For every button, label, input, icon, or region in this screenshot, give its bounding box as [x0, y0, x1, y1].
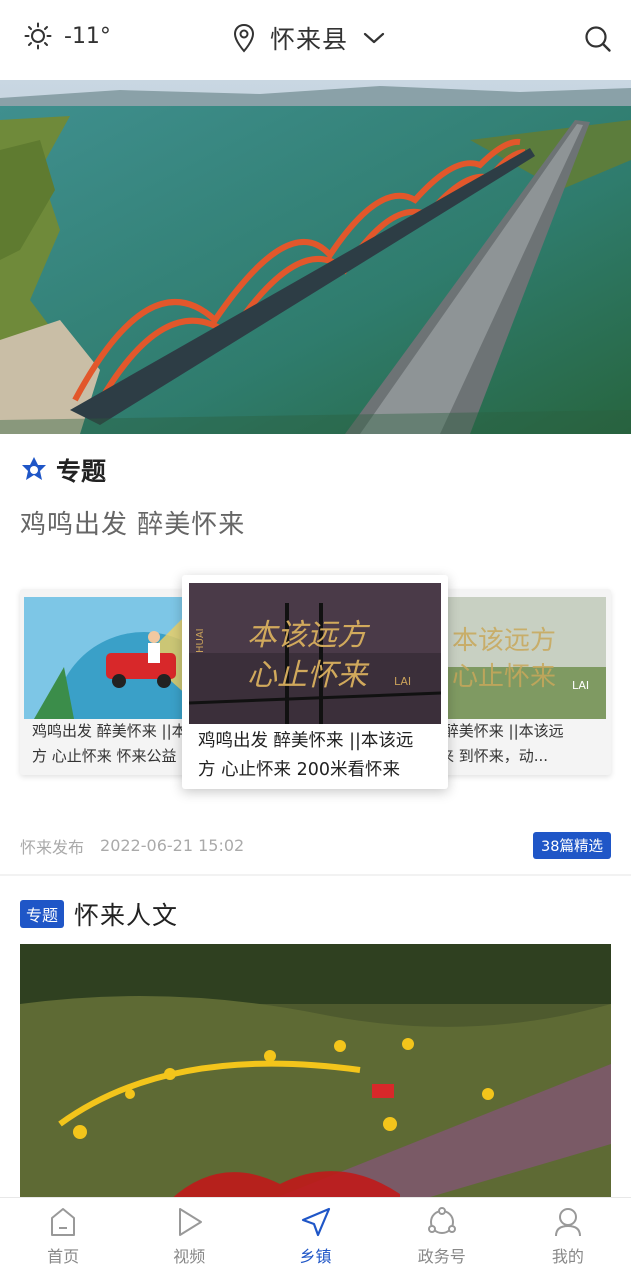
svg-text:本该远方: 本该远方: [452, 626, 556, 656]
svg-text:心止怀来: 心止怀来: [452, 662, 556, 692]
user-icon: [554, 1208, 581, 1237]
section-divider: [0, 874, 631, 876]
performance-photo: [20, 944, 611, 1200]
count-badge[interactable]: 38篇精选: [533, 832, 611, 859]
sun-icon: [24, 22, 52, 50]
chevron-down-icon: [363, 32, 385, 44]
top-bar: -11° 怀来县: [0, 0, 631, 80]
nav-label: 乡镇: [299, 1247, 332, 1266]
topic-subtitle[interactable]: 鸡鸣出发 醉美怀来: [20, 504, 611, 541]
nav-label: 我的: [551, 1247, 584, 1266]
svg-text:HUAI: HUAI: [195, 628, 206, 653]
culture-header[interactable]: 专题 怀来人文: [20, 896, 178, 932]
play-icon: [179, 1208, 203, 1236]
location-selector[interactable]: 怀来县: [232, 20, 386, 56]
card-thumbnail: HUAI 本该远方 心止怀来 LAI: [189, 583, 441, 724]
nav-mine[interactable]: 我的: [505, 1198, 631, 1280]
culture-title: 怀来人文: [74, 901, 179, 930]
temperature: -11°: [64, 23, 111, 49]
publish-time: 2022-06-21 15:02: [100, 836, 245, 855]
hero-banner[interactable]: [0, 80, 631, 434]
topic-label: 专题: [56, 457, 107, 486]
topic-meta: 怀来发布 2022-06-21 15:02 38篇精选: [20, 832, 611, 859]
map-pin-icon: [233, 23, 255, 53]
topic-header: 专题: [20, 452, 611, 488]
share-network-icon: [427, 1207, 456, 1234]
nav-label: 视频: [173, 1247, 206, 1266]
topic-section: 专题 鸡鸣出发 醉美怀来: [20, 452, 611, 541]
nav-gov[interactable]: 政务号: [379, 1198, 505, 1280]
search-button[interactable]: [584, 25, 612, 57]
home-icon: [51, 1208, 76, 1236]
svg-text:LAI: LAI: [572, 679, 589, 692]
card-caption: 鸡鸣出发 醉美怀来 ||本 方 心止怀来 怀来公益: [32, 722, 187, 765]
nav-label: 政务号: [417, 1247, 466, 1266]
carousel-card-active[interactable]: HUAI 本该远方 心止怀来 LAI 鸡鸣出发 醉美怀来 ||本该远 方 心止怀…: [182, 575, 448, 789]
nav-home[interactable]: 首页: [0, 1198, 126, 1280]
nav-label: 首页: [47, 1247, 80, 1266]
svg-text:LAI: LAI: [394, 675, 411, 688]
culture-image[interactable]: [20, 944, 611, 1200]
navigation-arrow-icon: [301, 1207, 330, 1237]
source-label: 怀来发布: [20, 837, 85, 857]
weather-widget[interactable]: -11°: [24, 22, 111, 50]
card-caption: 鸡鸣出发 醉美怀来 ||本该远 方 心止怀来 200米看怀来: [198, 731, 414, 780]
nav-video[interactable]: 视频: [126, 1198, 252, 1280]
svg-text:本该远方: 本该远方: [247, 618, 371, 653]
search-icon: [585, 26, 611, 52]
bridge-photo: [0, 80, 631, 434]
topic-carousel[interactable]: 鸡鸣出发 醉美怀来 ||本 方 心止怀来 怀来公益 本该远方 心止怀来 LAI …: [20, 575, 611, 815]
location-name: 怀来县: [270, 25, 349, 54]
topic-tag: 专题: [20, 900, 65, 928]
bottom-nav: 首页 视频 乡镇 政务号 我的: [0, 1197, 631, 1280]
star-badge-icon: [22, 457, 46, 480]
nav-township[interactable]: 乡镇: [252, 1198, 378, 1280]
svg-text:心止怀来: 心止怀来: [247, 658, 370, 693]
